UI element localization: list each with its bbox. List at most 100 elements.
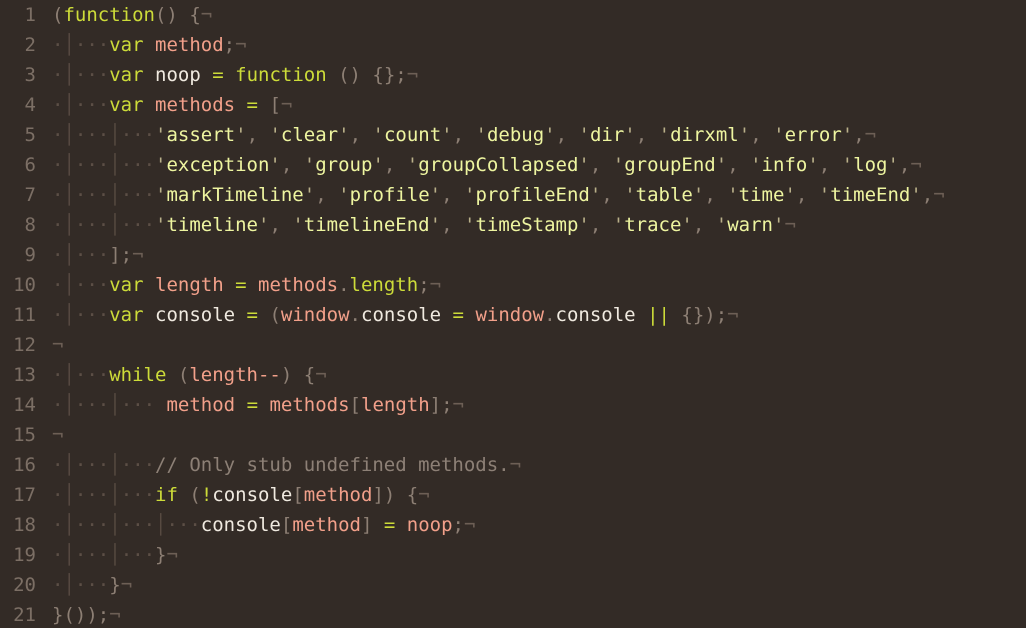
code-editor[interactable]: 1 (function() {¬ 2 ·│···var method;¬ 3 ·… bbox=[0, 0, 1026, 628]
line-content[interactable]: ·│···var methods = [¬ bbox=[52, 90, 1026, 120]
whitespace-dots: ··· bbox=[74, 94, 110, 116]
code-line[interactable]: 12 ¬ bbox=[0, 330, 1026, 360]
line-content[interactable]: ·│···│···// Only stub undefined methods.… bbox=[52, 450, 1026, 480]
token-quote: ' bbox=[292, 214, 304, 236]
line-content[interactable]: ·│···var console = (window.console = win… bbox=[52, 300, 1026, 330]
token-string: warn bbox=[727, 214, 773, 236]
eol-marker: ¬ bbox=[52, 424, 64, 446]
line-content[interactable]: ·│···while (length--) {¬ bbox=[52, 360, 1026, 390]
line-number: 15 bbox=[13, 424, 36, 446]
token-string: info bbox=[761, 154, 808, 176]
line-content[interactable]: ·│···var method;¬ bbox=[52, 30, 1026, 60]
line-content[interactable]: ·│···var length = methods.length;¬ bbox=[52, 270, 1026, 300]
line-content[interactable]: ¬ bbox=[52, 330, 1026, 360]
code-line[interactable]: 21 }());¬ bbox=[0, 600, 1026, 628]
line-content[interactable]: ·│···│···'exception', 'group', 'groupCol… bbox=[52, 150, 1026, 180]
whitespace-dots: ··· bbox=[74, 64, 110, 86]
code-line[interactable]: 1 (function() {¬ bbox=[0, 0, 1026, 30]
token-keyword: var bbox=[109, 304, 144, 326]
line-content[interactable]: ·│···│···'timeline', 'timelineEnd', 'tim… bbox=[52, 210, 1026, 240]
code-line[interactable]: 20 ·│···}¬ bbox=[0, 570, 1026, 600]
code-line[interactable]: 10 ·│···var length = methods.length;¬ bbox=[0, 270, 1026, 300]
token-punctuation: , bbox=[727, 154, 739, 176]
eol-marker: ¬ bbox=[864, 124, 877, 146]
whitespace-dots: · bbox=[52, 544, 64, 566]
token-punctuation: () bbox=[154, 4, 178, 26]
code-line[interactable]: 5 ·│···│···'assert', 'clear', 'count', '… bbox=[0, 120, 1026, 150]
code-line[interactable]: 11 ·│···var console = (window.console = … bbox=[0, 300, 1026, 330]
token-quote: ' bbox=[429, 214, 442, 236]
whitespace-dots: ··· bbox=[74, 574, 110, 596]
eol-marker: ¬ bbox=[452, 394, 464, 416]
token-punctuation: ( bbox=[269, 304, 281, 326]
whitespace-dots: ··· bbox=[74, 154, 110, 176]
indent-guide: │ bbox=[63, 454, 75, 476]
token-quote: ' bbox=[578, 154, 590, 176]
whitespace-dots: · bbox=[52, 244, 64, 266]
whitespace-dots: · bbox=[52, 574, 64, 596]
line-content[interactable]: ·│···│···}¬ bbox=[52, 540, 1026, 570]
code-line[interactable]: 15 ¬ bbox=[0, 420, 1026, 450]
line-content[interactable]: ·│···│···if (!console[method]) {¬ bbox=[52, 480, 1026, 510]
code-line[interactable]: 4 ·│···var methods = [¬ bbox=[0, 90, 1026, 120]
code-line[interactable]: 9 ·│···];¬ bbox=[0, 240, 1026, 270]
token-operator: = bbox=[246, 94, 258, 116]
token-punctuation: , bbox=[280, 154, 293, 176]
line-number: 16 bbox=[13, 454, 36, 476]
token-quote: ' bbox=[429, 184, 442, 206]
line-content[interactable]: ·│···│···'markTimeline', 'profile', 'pro… bbox=[52, 180, 1026, 210]
token-string: dir bbox=[589, 124, 625, 146]
code-line[interactable]: 8 ·│···│···'timeline', 'timelineEnd', 't… bbox=[0, 210, 1026, 240]
line-content[interactable]: (function() {¬ bbox=[52, 0, 1026, 30]
token-punctuation: . bbox=[338, 274, 350, 296]
line-content[interactable]: }());¬ bbox=[52, 600, 1026, 628]
whitespace-dots: ··· bbox=[120, 484, 156, 506]
line-content[interactable]: ·│···];¬ bbox=[52, 240, 1026, 270]
line-content[interactable]: ·│···│···'assert', 'clear', 'count', 'de… bbox=[52, 120, 1026, 150]
token-string: trace bbox=[624, 214, 682, 236]
token-quote: ' bbox=[807, 154, 819, 176]
code-line[interactable]: 19 ·│···│···}¬ bbox=[0, 540, 1026, 570]
token-punctuation: , bbox=[589, 154, 602, 176]
token-quote: ' bbox=[578, 214, 590, 236]
line-number: 17 bbox=[13, 484, 36, 506]
line-number: 10 bbox=[13, 274, 36, 296]
token-identifier: methods bbox=[155, 94, 236, 116]
code-lines-container[interactable]: 1 (function() {¬ 2 ·│···var method;¬ 3 ·… bbox=[0, 0, 1026, 628]
code-line[interactable]: 7 ·│···│···'markTimeline', 'profile', 'p… bbox=[0, 180, 1026, 210]
code-line[interactable]: 16 ·│···│···// Only stub undefined metho… bbox=[0, 450, 1026, 480]
code-line[interactable]: 2 ·│···var method;¬ bbox=[0, 30, 1026, 60]
token-quote: ' bbox=[155, 154, 167, 176]
code-line[interactable]: 6 ·│···│···'exception', 'group', 'groupC… bbox=[0, 150, 1026, 180]
line-number: 1 bbox=[24, 4, 36, 26]
eol-marker: ¬ bbox=[464, 514, 476, 536]
line-content[interactable]: ¬ bbox=[52, 420, 1026, 450]
token-string: error bbox=[784, 124, 842, 146]
token-operator: = bbox=[235, 274, 247, 296]
indent-guide: │ bbox=[63, 214, 75, 236]
token-punctuation: ( bbox=[177, 364, 190, 386]
line-number: 14 bbox=[13, 394, 36, 416]
indent-guide: │ bbox=[109, 454, 121, 476]
whitespace-dots: ··· bbox=[120, 214, 156, 236]
code-line[interactable]: 17 ·│···│···if (!console[method]) {¬ bbox=[0, 480, 1026, 510]
line-content[interactable]: ·│···var noop = function () {};¬ bbox=[52, 60, 1026, 90]
code-line[interactable]: 3 ·│···var noop = function () {};¬ bbox=[0, 60, 1026, 90]
token-quote: ' bbox=[841, 124, 854, 146]
code-line[interactable]: 13 ·│···while (length--) {¬ bbox=[0, 360, 1026, 390]
whitespace-dots: ··· bbox=[74, 514, 110, 536]
token-operator: -- bbox=[257, 364, 281, 386]
code-line[interactable]: 14 ·│···│··· method = methods[length];¬ bbox=[0, 390, 1026, 420]
whitespace-dots: ··· bbox=[120, 394, 156, 416]
eol-marker: ¬ bbox=[109, 604, 121, 626]
token-punctuation: , bbox=[704, 184, 716, 206]
line-content[interactable]: ·│···│··· method = methods[length];¬ bbox=[52, 390, 1026, 420]
whitespace-dots: · bbox=[52, 214, 64, 236]
token-quote: ' bbox=[715, 154, 728, 176]
line-content[interactable]: ·│···}¬ bbox=[52, 570, 1026, 600]
token-identifier: window bbox=[280, 304, 350, 326]
token-punctuation: , bbox=[269, 214, 281, 236]
token-quote: ' bbox=[727, 184, 739, 206]
code-line[interactable]: 18 ·│···│···│···console[method] = noop;¬ bbox=[0, 510, 1026, 540]
line-content[interactable]: ·│···│···│···console[method] = noop;¬ bbox=[52, 510, 1026, 540]
